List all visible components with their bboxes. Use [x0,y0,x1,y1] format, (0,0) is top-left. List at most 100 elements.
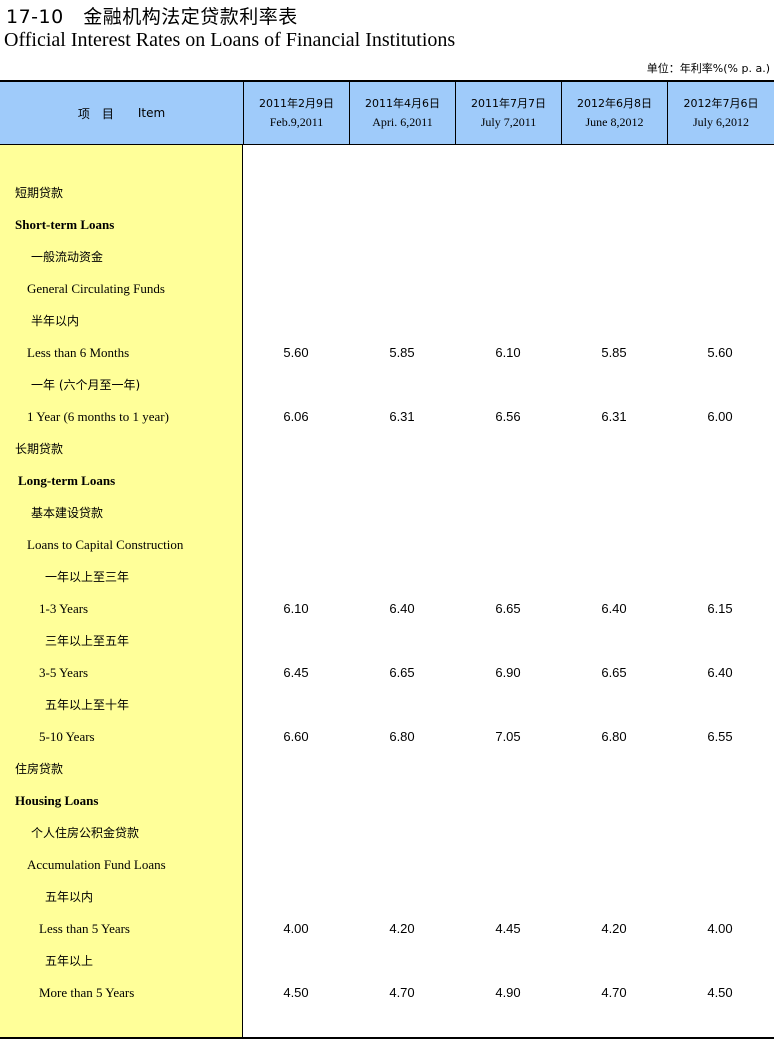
table-row: Less than 6 Months 5.60 5.85 6.10 5.85 5.60 [0,337,774,369]
table-row: Short-term Loans [0,209,774,241]
date-column-header: 2011年4月6日 Apri. 6,2011 [349,82,455,144]
rate-cell: 7.05 [495,729,521,744]
rate-cell: 4.20 [601,921,627,936]
row-label: Less than 5 Years [39,921,130,936]
table-row: 长期贷款 [0,433,774,465]
date-header-cn: 2012年7月6日 [683,97,759,110]
rate-cell: 6.56 [495,409,521,424]
table-row: 3-5 Years 6.45 6.65 6.90 6.65 6.40 [0,657,774,689]
rate-cell: 6.40 [707,665,733,680]
rate-cell: 6.65 [389,665,415,680]
date-column-header: 2012年6月8日 June 8,2012 [561,82,667,144]
table-row: 三年以上至五年 [0,625,774,657]
row-label: 一年以上至三年 [45,570,130,584]
row-label: 五年以上至十年 [45,698,130,712]
table-row: 半年以内 [0,305,774,337]
date-column-header: 2011年7月7日 July 7,2011 [455,82,561,144]
rate-cell: 5.60 [707,345,733,360]
table-row: 1 Year (6 months to 1 year) 6.06 6.31 6.56 6… [0,401,774,433]
rate-cell: 5.85 [389,345,415,360]
row-label: Long-term Loans [18,473,116,488]
rate-cell: 6.90 [495,665,521,680]
row-label: 三年以上至五年 [45,634,130,648]
rate-cell: 6.65 [495,601,521,616]
table-row: 住房贷款 [0,753,774,785]
rate-cell: 6.45 [283,665,309,680]
rate-cell: 6.80 [389,729,415,744]
page-title-en: Official Interest Rates on Loans of Fina… [4,29,456,51]
row-label: 住房贷款 [15,762,64,776]
rate-cell: 4.70 [389,985,415,1000]
unit-note: 单位：年利率%(% p. a.) [646,62,770,75]
date-header-cn: 2011年7月7日 [471,97,546,110]
row-label: 基本建设贷款 [31,506,104,520]
rate-cell: 6.15 [707,601,733,616]
row-label: 个人住房公积金贷款 [31,826,140,840]
table-row: 一般流动资金 [0,241,774,273]
row-label: 长期贷款 [15,442,64,456]
rate-cell: 6.06 [283,409,309,424]
table-row: 5-10 Years 6.60 6.80 7.05 6.80 6.55 [0,721,774,753]
table-header: 项 目 Item 2011年2月9日 Feb.9,2011 2011年4月6日 … [0,82,774,145]
item-header-en: Item [137,106,166,120]
rate-cell: 6.65 [601,665,627,680]
table-row: Loans to Capital Construction [0,529,774,561]
row-label: 1-3 Years [39,601,89,616]
item-column-header: 项 目 Item [0,82,243,144]
item-header-cn: 项 目 [77,106,114,121]
table-row: 短期贷款 [0,177,774,209]
table-row: 1-3 Years 6.10 6.40 6.65 6.40 6.15 [0,593,774,625]
rate-cell: 6.55 [707,729,733,744]
table-row: Less than 5 Years 4.00 4.20 4.45 4.20 4.00 [0,913,774,945]
rate-cell: 6.10 [283,601,309,616]
row-label: Accumulation Fund Loans [27,857,166,872]
date-header-en: Feb.9,2011 [269,115,324,129]
date-column-header: 2011年2月9日 Feb.9,2011 [243,82,349,144]
bottom-rule [0,1037,774,1039]
row-label: 3-5 Years [39,665,89,680]
table-row: More than 5 Years 4.50 4.70 4.90 4.70 4.50 [0,977,774,1009]
row-label: 一般流动资金 [31,250,104,264]
rate-cell: 4.00 [707,921,733,936]
row-label: More than 5 Years [39,985,135,1000]
table-row: Long-term Loans [0,465,774,497]
row-label: 半年以内 [31,314,80,328]
rate-cell: 6.40 [389,601,415,616]
table-row: 五年以内 [0,881,774,913]
table-row: General Circulating Funds [0,273,774,305]
rate-cell: 6.80 [601,729,627,744]
rate-cell: 6.40 [601,601,627,616]
table-row: 五年以上 [0,945,774,977]
rate-cell: 6.60 [283,729,309,744]
row-label: Housing Loans [15,793,99,808]
date-header-cn: 2011年4月6日 [365,97,440,110]
date-header-cn: 2011年2月9日 [259,97,334,110]
rate-cell: 5.60 [283,345,309,360]
table-row: 个人住房公积金贷款 [0,817,774,849]
rate-cell: 4.90 [495,985,521,1000]
rate-cell: 4.70 [601,985,627,1000]
rate-cell: 4.45 [495,921,521,936]
table-row: Housing Loans [0,785,774,817]
row-label: Less than 6 Months [27,345,130,360]
rate-cell: 4.50 [283,985,309,1000]
date-header-en: June 8,2012 [585,115,644,129]
rate-cell: 6.31 [389,409,415,424]
date-header-en: July 6,2012 [692,115,749,129]
row-label: 五年以内 [45,890,94,904]
table-row: 五年以上至十年 [0,689,774,721]
row-label: 1 Year (6 months to 1 year) [27,409,169,424]
row-label: 五年以上 [45,954,94,968]
rate-cell: 5.85 [601,345,627,360]
row-label: 短期贷款 [15,186,64,200]
rate-cell: 6.10 [495,345,521,360]
rate-cell: 6.31 [601,409,627,424]
table-row: Accumulation Fund Loans [0,849,774,881]
rate-cell: 6.00 [707,409,733,424]
date-header-en: Apri. 6,2011 [372,115,433,129]
table-row: 基本建设贷款 [0,497,774,529]
row-label: 5-10 Years [39,729,95,744]
row-label: Loans to Capital Construction [27,537,184,552]
rate-cell: 4.00 [283,921,309,936]
date-column-header: 2012年7月6日 July 6,2012 [667,82,774,144]
